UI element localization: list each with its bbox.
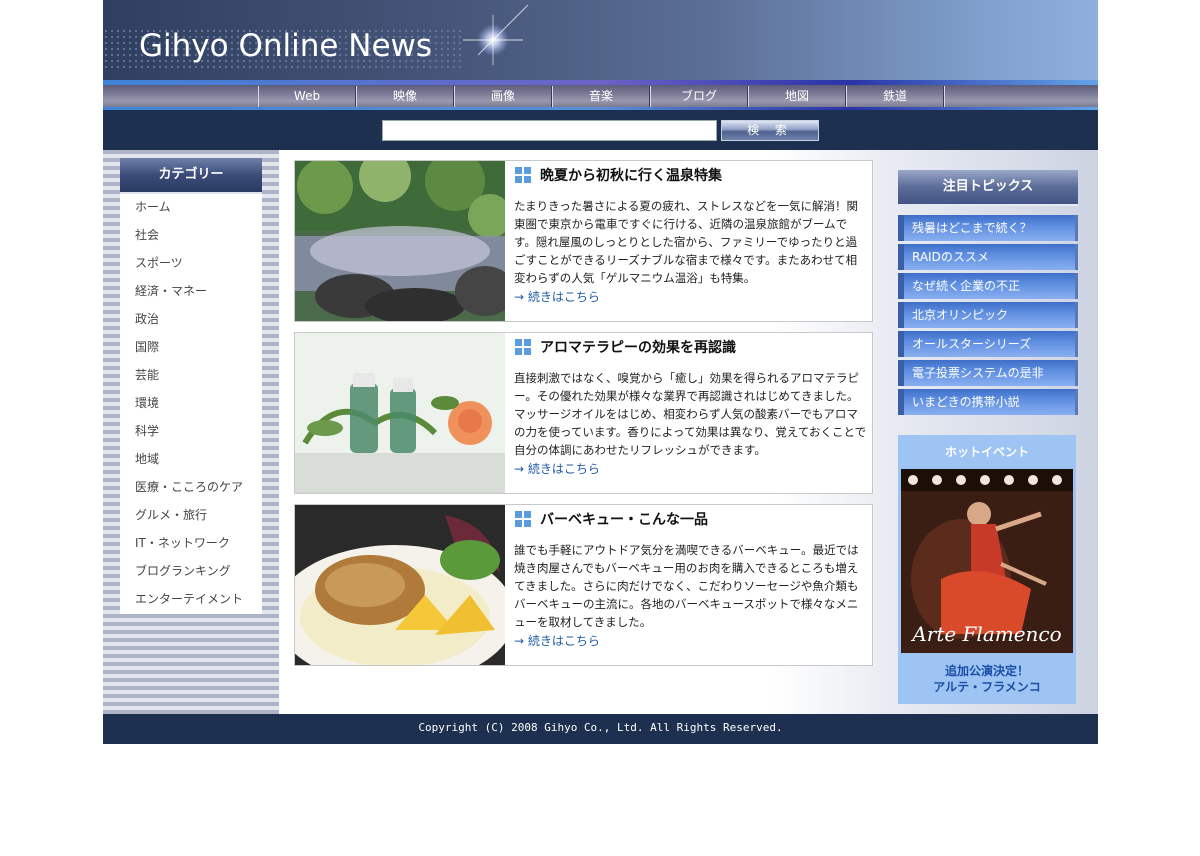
aroma-oil-image[interactable] bbox=[295, 333, 505, 493]
main-content: 晩夏から初秋に行く温泉特集 たまりきった暑さによる夏の疲れ、ストレスなどを一気に… bbox=[279, 150, 1098, 714]
category-sidebar: カテゴリー ホーム 社会 スポーツ 経済・マネー 政治 国際 芸能 環境 科学 … bbox=[103, 150, 279, 714]
site-title[interactable]: Gihyo Online News bbox=[139, 28, 432, 64]
category-header: カテゴリー bbox=[120, 158, 262, 194]
category-item-science[interactable]: 科学 bbox=[120, 418, 262, 446]
topics-header: 注目トピックス bbox=[898, 170, 1078, 206]
nav-item-video[interactable]: 映像 bbox=[356, 86, 454, 107]
article-card: アロマテラピーの効果を再認識 直接刺激ではなく、嗅覚から「癒し」効果を得られるア… bbox=[294, 332, 873, 494]
sparkle-icon bbox=[463, 4, 529, 65]
category-list: ホーム 社会 スポーツ 経済・マネー 政治 国際 芸能 環境 科学 地域 医療・… bbox=[120, 194, 262, 614]
nav-item-railway[interactable]: 鉄道 bbox=[846, 86, 944, 107]
category-item-society[interactable]: 社会 bbox=[120, 222, 262, 250]
article-card: バーベキュー・こんな一品 誰でも手軽にアウトドア気分を満喫できるバーベキュー。最… bbox=[294, 504, 873, 666]
read-more-link[interactable]: → 続きはこちら bbox=[514, 632, 600, 649]
read-more-link[interactable]: → 続きはこちら bbox=[514, 288, 600, 305]
article-title[interactable]: アロマテラピーの効果を再認識 bbox=[540, 337, 736, 357]
read-more-link[interactable]: → 続きはこちら bbox=[514, 460, 600, 477]
hot-spring-image[interactable] bbox=[295, 161, 505, 321]
topic-item[interactable]: 北京オリンピック bbox=[898, 302, 1078, 328]
category-item-gourmet-travel[interactable]: グルメ・旅行 bbox=[120, 502, 262, 530]
topic-item[interactable]: なぜ続く企業の不正 bbox=[898, 273, 1078, 299]
nav-item-map[interactable]: 地図 bbox=[748, 86, 846, 107]
flamenco-banner-image[interactable]: Arte Flamenco bbox=[901, 469, 1073, 653]
event-title: ホットイベント bbox=[944, 445, 1029, 459]
category-item-health[interactable]: 医療・こころのケア bbox=[120, 474, 262, 502]
category-item-environment[interactable]: 環境 bbox=[120, 390, 262, 418]
category-item-entertainment[interactable]: エンターテイメント bbox=[120, 586, 262, 614]
category-item-sports[interactable]: スポーツ bbox=[120, 250, 262, 278]
nav-item-empty bbox=[944, 86, 1098, 107]
category-item-home[interactable]: ホーム bbox=[120, 194, 262, 222]
category-item-international[interactable]: 国際 bbox=[120, 334, 262, 362]
topic-item[interactable]: オールスターシリーズ bbox=[898, 331, 1078, 357]
event-caption-line2[interactable]: アルテ・フラメンコ bbox=[898, 678, 1076, 695]
nav-stripe-top bbox=[103, 80, 1098, 85]
site-footer: Copyright (C) 2008 Gihyo Co., Ltd. All R… bbox=[103, 714, 1098, 744]
category-item-politics[interactable]: 政治 bbox=[120, 306, 262, 334]
article-body: たまりきった暑さによる夏の疲れ、ストレスなどを一気に解消！関東圏で東京から電車で… bbox=[514, 199, 858, 285]
event-image-text: Arte Flamenco bbox=[910, 622, 1061, 646]
nav-item-music[interactable]: 音楽 bbox=[552, 86, 650, 107]
category-item-blog-ranking[interactable]: ブログランキング bbox=[120, 558, 262, 586]
search-button[interactable]: 検 索 bbox=[721, 120, 819, 141]
nav-item-web[interactable]: Web bbox=[258, 86, 356, 107]
title-bullet-icon bbox=[515, 167, 531, 183]
hot-event-box: ホットイベント Arte Flamenco 追加公演決定！ アルテ・フラメンコ bbox=[898, 435, 1076, 704]
event-caption-line1[interactable]: 追加公演決定！ bbox=[898, 662, 1076, 679]
article-title[interactable]: バーベキュー・こんな一品 bbox=[540, 509, 708, 529]
topic-item[interactable]: いまどきの携帯小説 bbox=[898, 389, 1078, 415]
category-item-entertainment-news[interactable]: 芸能 bbox=[120, 362, 262, 390]
article-body: 誰でも手軽にアウトドア気分を満喫できるバーベキュー。最近では焼き肉屋さんでもバー… bbox=[514, 543, 859, 629]
category-item-region[interactable]: 地域 bbox=[120, 446, 262, 474]
main-nav: Web 映像 画像 音楽 ブログ 地図 鉄道 bbox=[103, 80, 1098, 110]
nav-item-images[interactable]: 画像 bbox=[454, 86, 552, 107]
title-bullet-icon bbox=[515, 339, 531, 355]
article-body: 直接刺激ではなく、嗅覚から「癒し」効果を得られるアロマテラピー。その優れた効果が… bbox=[514, 371, 867, 457]
category-item-economy[interactable]: 経済・マネー bbox=[120, 278, 262, 306]
category-item-it-network[interactable]: IT・ネットワーク bbox=[120, 530, 262, 558]
nav-item-blog[interactable]: ブログ bbox=[650, 86, 748, 107]
article-title[interactable]: 晩夏から初秋に行く温泉特集 bbox=[540, 165, 722, 185]
barbecue-dish-image[interactable] bbox=[295, 505, 505, 665]
page-wrapper: Gihyo Online News Web 映像 画像 音楽 ブログ 地図 鉄道 bbox=[103, 0, 1098, 744]
search-bar: 検 索 bbox=[103, 110, 1098, 150]
topic-item[interactable]: RAIDのススメ bbox=[898, 244, 1078, 270]
title-bullet-icon bbox=[515, 511, 531, 527]
site-header: Gihyo Online News bbox=[103, 0, 1098, 80]
topic-item[interactable]: 残暑はどこまで続く？ bbox=[898, 215, 1078, 241]
topic-item[interactable]: 電子投票システムの是非 bbox=[898, 360, 1078, 386]
article-card: 晩夏から初秋に行く温泉特集 たまりきった暑さによる夏の疲れ、ストレスなどを一気に… bbox=[294, 160, 873, 322]
search-input[interactable] bbox=[382, 120, 717, 141]
